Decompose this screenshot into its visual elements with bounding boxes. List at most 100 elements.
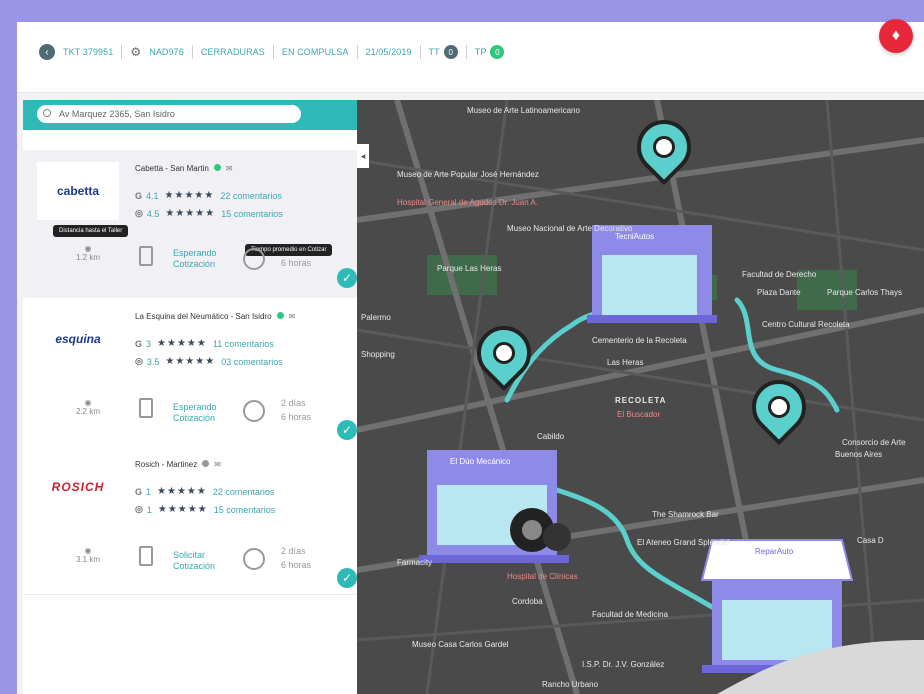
- timer-icon: [243, 248, 265, 270]
- check-icon[interactable]: ✓: [337, 420, 357, 440]
- rating-stars: ★★★★★: [157, 338, 207, 349]
- vehicle-code: NAD976: [149, 47, 184, 57]
- google-comments-link[interactable]: 11 comentarios: [213, 339, 274, 349]
- status-line1: Esperando: [173, 248, 217, 258]
- local-comments-link[interactable]: 15 comentarios: [214, 505, 276, 515]
- workshop-card[interactable]: cabetta Cabetta - San Martin ✉ G 4.1 ★★★★★ 2…: [23, 150, 357, 299]
- logo-text: ROSICH: [51, 480, 105, 494]
- collapse-panel-button[interactable]: ◂: [357, 144, 369, 168]
- status-line1: Esperando: [173, 402, 217, 412]
- distance-metric: ◉ 2.2 km: [73, 398, 103, 416]
- map-view[interactable]: ◂ TecniAutos El Dúo Mecánico ReparAuto M…: [357, 100, 924, 694]
- map-label: Parque Carlos Thays: [827, 288, 902, 297]
- timer-icon: [243, 400, 265, 422]
- workshop-name: Cabetta - San Martin ✉: [135, 164, 233, 173]
- local-comments-link[interactable]: 15 comentarios: [221, 209, 283, 219]
- workshop-name-text: La Esquina del Neumático - San Isidro: [135, 312, 272, 321]
- separator: [272, 45, 274, 59]
- local-rating-row: ◎ 1 ★★★★★ 15 comentarios: [135, 504, 275, 515]
- ticket-number: TKT 379951: [63, 47, 114, 57]
- workshop-name-text: Rosich - Martinez: [135, 460, 198, 469]
- mail-icon[interactable]: ✉: [226, 164, 233, 173]
- distance-icon: ◉: [84, 398, 92, 407]
- workshop-list-panel: cabetta Cabetta - San Martin ✉ G4.1★★★★★2…: [23, 100, 357, 694]
- search-bar: [23, 100, 357, 130]
- time-info: 6 horas: [281, 256, 311, 270]
- document-icon: [139, 398, 153, 418]
- map-label: Farmacity: [397, 558, 433, 567]
- map-label: Museo de Arte Popular José Hernández: [397, 170, 539, 179]
- map-label: Casa D: [857, 536, 884, 545]
- map-label: RECOLETA: [615, 396, 667, 405]
- local-rating-row: ◎ 4.5 ★★★★★ 15 comentarios: [135, 208, 283, 219]
- time-days: 2 días: [281, 546, 306, 556]
- distance-metric: ◉ 1.2 km: [73, 244, 103, 262]
- tt-label: TT: [428, 47, 440, 57]
- alert-button[interactable]: ♦: [879, 19, 913, 53]
- map-label: Cabildo: [537, 432, 565, 441]
- document-icon: [139, 246, 153, 266]
- map-label: Palermo: [361, 313, 391, 322]
- workshop-logo: ROSICH: [37, 458, 119, 516]
- separator: [419, 45, 421, 59]
- quote-status-link[interactable]: Solicitar Cotización: [173, 550, 215, 572]
- time-hours: 6 horas: [281, 412, 312, 422]
- time-info: 2 días 6 horas: [281, 396, 311, 424]
- map-label: Consorcio de Arte: [842, 438, 906, 447]
- map-label: Museo Nacional de Arte Decorativo: [507, 224, 633, 233]
- ticket-header: ‹ TKT 379951 ⚙ NAD976 CERRADURAS EN COMP…: [17, 19, 924, 93]
- distance-value: 2.2 km: [75, 407, 100, 416]
- workshop-name-text: Cabetta - San Martin: [135, 164, 209, 173]
- address-search-input[interactable]: [37, 105, 301, 123]
- workshop-name: La Esquina del Neumático - San Isidro ✉: [135, 312, 295, 321]
- location-icon: ◎: [135, 356, 143, 366]
- map-label: Facultad de Derecho: [742, 270, 817, 279]
- local-comments-link[interactable]: 03 comentarios: [221, 357, 283, 367]
- map-label: Plaza Dante: [757, 288, 801, 297]
- google-comments-link[interactable]: 22 comentarios: [220, 191, 282, 201]
- google-rating-row: G 4.1 ★★★★★ 22 comentarios: [135, 190, 282, 201]
- distance-tooltip: Distancia hasta el Taller: [53, 225, 129, 237]
- google-rating-row: G 1 ★★★★★ 22 comentarios: [135, 486, 274, 497]
- offline-status-dot: [202, 460, 210, 467]
- map-label: El Buscador: [617, 410, 661, 419]
- google-rating-row: G 3 ★★★★★ 11 comentarios: [135, 338, 274, 349]
- map-label: Museo Casa Carlos Gardel: [412, 640, 509, 649]
- mail-icon[interactable]: ✉: [214, 460, 221, 469]
- location-target-icon: [43, 109, 51, 117]
- status-line2: Cotización: [173, 561, 216, 571]
- rating-stars: ★★★★★: [157, 504, 208, 515]
- rating-stars: ★★★★★: [165, 208, 216, 219]
- map-label: I.S.P. Dr. J.V. González: [582, 660, 665, 669]
- map-label: Museo de Arte Latinoamericano: [467, 106, 580, 115]
- map-label: Hospital General de Agudos Dr. Juan A.: [397, 198, 538, 207]
- document-icon: [139, 546, 153, 566]
- map-label: El Ateneo Grand Splendid: [637, 538, 730, 547]
- rating-stars: ★★★★★: [157, 486, 207, 497]
- back-arrow-icon[interactable]: ‹: [39, 44, 55, 60]
- workshop-card[interactable]: ROSICH Rosich - Martinez ✉ G 1 ★★★★★ 22 come…: [23, 446, 357, 595]
- distance-metric: ◉ 3.1 km: [73, 546, 103, 564]
- workshop-logo: cabetta: [37, 162, 119, 220]
- map-label: Centro Cultural Recoleta: [762, 320, 850, 329]
- shop-sign-el-duo-mecanico: El Dúo Mecánico: [442, 455, 519, 468]
- separator: [356, 45, 358, 59]
- map-label: Buenos Aires: [835, 450, 883, 459]
- workshop-name: Rosich - Martinez ✉: [135, 460, 221, 469]
- google-comments-link[interactable]: 22 comentarios: [213, 487, 275, 497]
- quote-status: Esperando Cotización: [173, 248, 217, 270]
- check-icon[interactable]: ✓: [337, 568, 357, 588]
- workshop-card[interactable]: esquina La Esquina del Neumático - San I…: [23, 298, 357, 447]
- check-icon[interactable]: ✓: [337, 268, 357, 288]
- quote-status: Esperando Cotización: [173, 402, 217, 424]
- mail-icon[interactable]: ✉: [289, 312, 296, 321]
- map-label: Rancho Urbano: [542, 680, 599, 689]
- google-icon: G: [135, 486, 143, 497]
- time-days: 2 días: [281, 398, 306, 408]
- distance-value: 1.2 km: [75, 253, 100, 262]
- google-icon: G: [135, 338, 143, 349]
- status-line2: Cotización: [173, 259, 216, 269]
- category: CERRADURAS: [200, 47, 265, 57]
- distance-value: 3.1 km: [75, 555, 100, 564]
- separator: [465, 45, 467, 59]
